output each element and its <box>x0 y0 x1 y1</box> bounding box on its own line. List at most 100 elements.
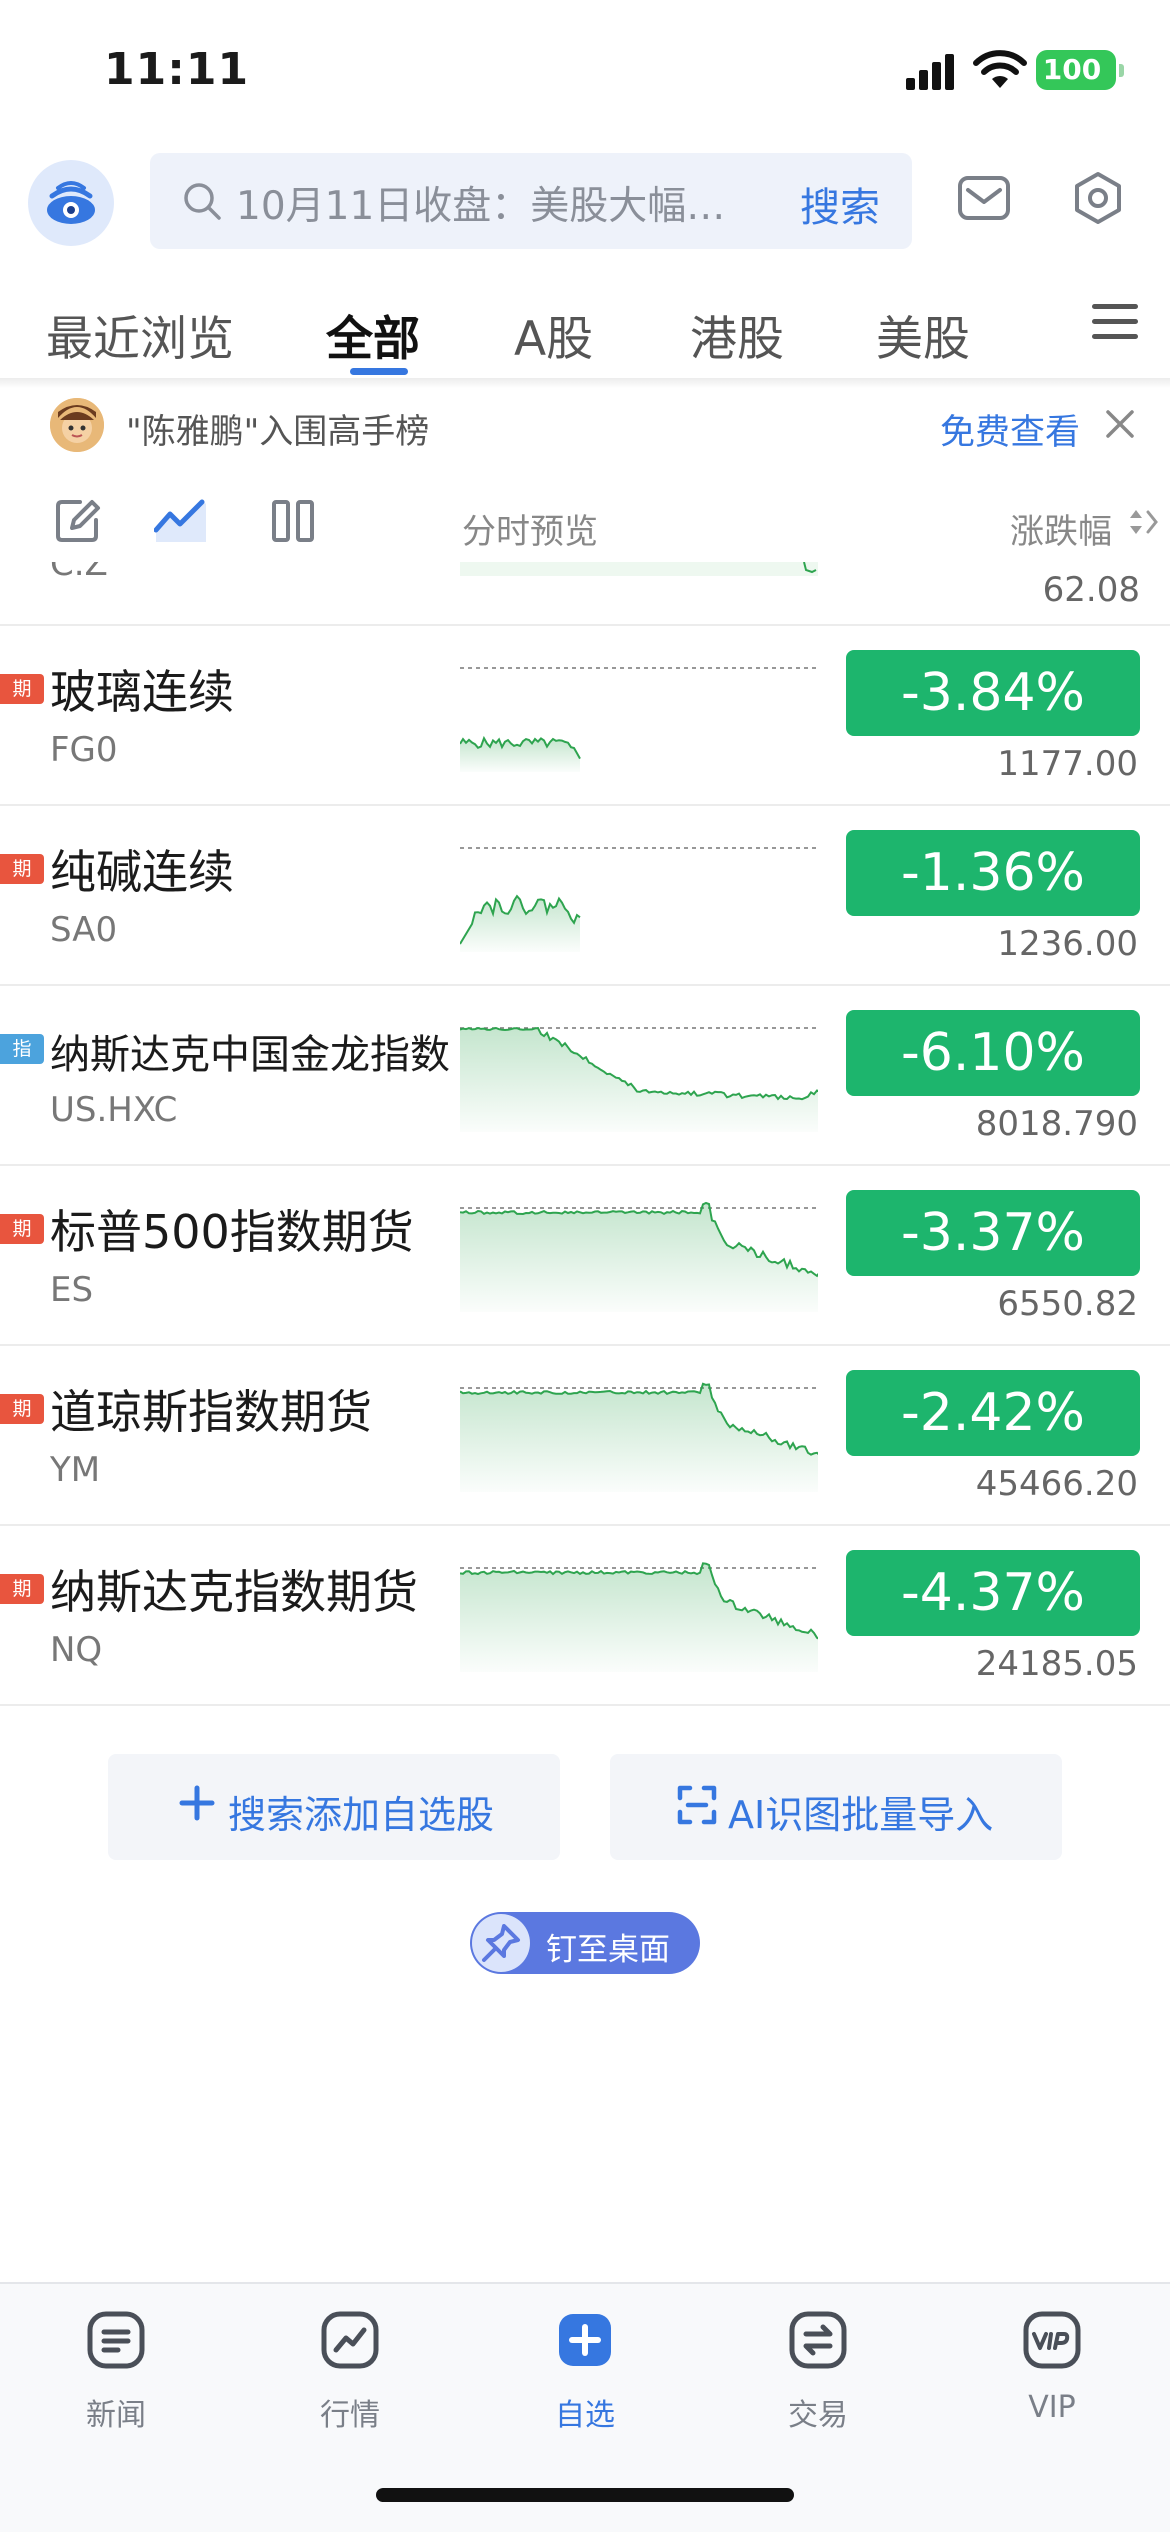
nav-market[interactable]: 行情 <box>280 2306 420 2436</box>
preview-column-header: 分时预览 <box>462 512 598 552</box>
instrument-name: 标普500指数期货 <box>50 1205 414 1259</box>
watchlist-icon <box>559 2314 611 2366</box>
pin-to-desktop-button[interactable]: 钉至桌面 <box>470 1912 700 1974</box>
sparkline <box>460 1201 818 1312</box>
free-view-link[interactable]: 免费查看 <box>940 404 1080 455</box>
pin-icon <box>472 1914 530 1972</box>
add-stock-button[interactable]: 搜索添加自选股 <box>108 1754 560 1860</box>
table-row[interactable]: 期 道琼斯指数期货 YM -2.42% 45466.20 <box>0 1346 1170 1526</box>
futures-tag: 期 <box>0 854 44 884</box>
index-tag: 指 <box>0 1034 44 1064</box>
table-row[interactable]: 指 纳斯达克中国金龙指数 US.HXC -6.10% 8018.790 <box>0 986 1170 1166</box>
table-row[interactable]: 期 玻璃连续 FG0 -3.84% 1177.00 <box>0 626 1170 806</box>
nav-trade-label: 交易 <box>788 2398 848 2433</box>
instrument-code: ES <box>50 1270 94 1310</box>
active-tab-indicator <box>350 368 408 375</box>
nav-watchlist[interactable]: 自选 <box>515 2306 655 2436</box>
vip-icon <box>1023 2311 1081 2369</box>
avatar <box>50 398 104 452</box>
column-view-icon[interactable] <box>266 494 320 548</box>
instrument-name: 纳斯达克指数期货 <box>50 1565 418 1619</box>
mail-icon[interactable] <box>954 168 1014 228</box>
cellular-signal-icon <box>906 54 954 90</box>
sparkline <box>460 1562 818 1672</box>
tab-a-shares[interactable]: A股 <box>514 300 593 369</box>
add-stock-label: 搜索添加自选股 <box>228 1793 495 1837</box>
sort-icon[interactable] <box>1126 502 1162 542</box>
table-row[interactable]: 期 纳斯达克指数期货 NQ -4.37% 24185.05 <box>0 1526 1170 1706</box>
sparkline <box>460 1382 818 1492</box>
pin-label: 钉至桌面 <box>546 1932 670 1968</box>
change-percent-badge[interactable]: -3.37% <box>846 1190 1140 1276</box>
watchlist: 期 玻璃连续 FG0 -3.84% 1177.00 期 纯碱连续 SA0 -1.… <box>0 626 1170 1706</box>
sparkline-area <box>460 1383 818 1492</box>
last-price: 6550.82 <box>997 1284 1138 1324</box>
nav-news[interactable]: 新闻 <box>46 2306 186 2436</box>
scan-icon <box>677 1785 717 1825</box>
search-button[interactable]: 搜索 <box>800 175 880 233</box>
tab-all[interactable]: 全部 <box>326 300 420 369</box>
last-price: 45466.20 <box>975 1464 1138 1504</box>
nav-news-label: 新闻 <box>86 2398 146 2433</box>
instrument-code: US.HXC <box>50 1090 178 1130</box>
futures-tag: 期 <box>0 1574 44 1604</box>
table-row[interactable]: 期 纯碱连续 SA0 -1.36% 1236.00 <box>0 806 1170 986</box>
change-percent-badge[interactable]: -3.84% <box>846 650 1140 736</box>
tab-recent[interactable]: 最近浏览 <box>46 300 234 369</box>
menu-icon[interactable] <box>1092 302 1138 342</box>
instrument-name: 玻璃连续 <box>50 665 234 719</box>
sparkline-area <box>460 738 580 772</box>
news-icon <box>87 2311 145 2369</box>
trade-icon <box>789 2311 847 2369</box>
last-price: 1236.00 <box>997 924 1138 964</box>
nav-vip-label: VIP <box>1028 2390 1076 2425</box>
battery-indicator: 100 <box>1036 50 1124 90</box>
change-percent-badge[interactable]: -4.37% <box>846 1550 1140 1636</box>
change-column-header[interactable]: 涨跌幅 <box>1010 504 1112 553</box>
instrument-name: 道琼斯指数期货 <box>50 1385 372 1439</box>
last-price: 24185.05 <box>975 1644 1138 1684</box>
instrument-name: 纯碱连续 <box>50 845 234 899</box>
futures-tag: 期 <box>0 1394 44 1424</box>
partial-row-sparkline <box>460 562 818 576</box>
instrument-code: NQ <box>50 1630 103 1670</box>
plus-icon <box>179 1785 215 1821</box>
partial-row-code: C.Z <box>50 562 108 584</box>
edit-icon[interactable] <box>50 494 104 548</box>
nav-watchlist-label: 自选 <box>555 2398 615 2433</box>
home-indicator <box>376 2488 794 2502</box>
line-chart-view-icon[interactable] <box>154 494 208 548</box>
market-icon <box>321 2311 379 2369</box>
app-logo-icon[interactable] <box>28 160 114 246</box>
status-bar: 11:11 100 <box>0 0 1170 140</box>
sparkline <box>460 847 818 952</box>
last-price: 8018.790 <box>975 1104 1138 1144</box>
tab-hk-stocks[interactable]: 港股 <box>690 300 784 369</box>
nav-trade[interactable]: 交易 <box>748 2306 888 2436</box>
partial-row-price: 62.08 <box>1042 570 1140 610</box>
ai-import-button[interactable]: AI识图批量导入 <box>610 1754 1062 1860</box>
category-tabs: 最近浏览 全部 A股 港股 美股 <box>0 290 1170 380</box>
promo-banner[interactable]: "陈雅鹏"入围高手榜 免费查看 <box>0 390 1170 460</box>
settings-icon[interactable] <box>1068 168 1128 228</box>
change-percent-badge[interactable]: -1.36% <box>846 830 1140 916</box>
tabs-divider <box>0 378 1170 388</box>
battery-level: 100 <box>1042 53 1102 86</box>
instrument-code: SA0 <box>50 910 118 950</box>
instrument-code: FG0 <box>50 730 118 770</box>
sparkline-area <box>460 1203 818 1312</box>
change-percent-badge[interactable]: -2.42% <box>846 1370 1140 1456</box>
change-percent-badge[interactable]: -6.10% <box>846 1010 1140 1096</box>
sparkline <box>460 667 818 772</box>
table-row[interactable]: 期 标普500指数期货 ES -3.37% 6550.82 <box>0 1166 1170 1346</box>
tab-us-stocks[interactable]: 美股 <box>876 300 970 369</box>
status-time: 11:11 <box>104 44 250 95</box>
search-input[interactable]: 10月11日收盘：美股大幅… <box>236 175 725 231</box>
search-bar[interactable]: 10月11日收盘：美股大幅… 搜索 <box>150 153 912 249</box>
partial-row[interactable]: C.Z 62.08 <box>0 562 1170 626</box>
sparkline <box>460 1026 818 1132</box>
close-icon[interactable] <box>1100 404 1140 444</box>
nav-vip[interactable]: VIP <box>982 2306 1122 2436</box>
futures-tag: 期 <box>0 1214 44 1244</box>
search-icon <box>184 183 221 220</box>
